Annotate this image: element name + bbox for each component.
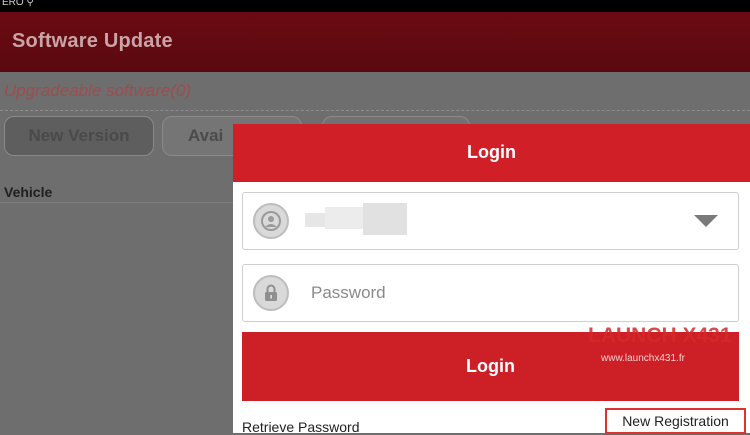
status-bar-text: ERO ⚲ (2, 0, 34, 8)
dashed-divider (0, 110, 750, 111)
column-header-vehicle: Vehicle (4, 184, 53, 200)
tab-new-version[interactable]: New Version (4, 116, 154, 156)
page-title: Software Update (12, 30, 173, 52)
password-field[interactable]: Password (242, 264, 739, 322)
watermark-url: www.launchx431.fr (601, 353, 685, 364)
upgradeable-software-label: Upgradeable software(0) (4, 81, 192, 100)
chevron-down-icon[interactable] (694, 215, 718, 227)
dialog-header: Login (233, 124, 750, 182)
watermark-logo: LAUNCH X431 (588, 324, 732, 347)
status-bar: ERO ⚲ (0, 0, 750, 12)
username-value-masked (305, 203, 415, 235)
login-dialog: Login Password Login Retrieve Password N… (233, 124, 750, 435)
dialog-title: Login (467, 142, 516, 162)
app-header: Software Update (0, 12, 750, 72)
password-placeholder: Password (311, 283, 386, 302)
lock-icon (253, 275, 289, 311)
new-registration-button[interactable]: New Registration (605, 408, 746, 434)
user-icon (253, 203, 289, 239)
username-select[interactable] (242, 192, 739, 250)
